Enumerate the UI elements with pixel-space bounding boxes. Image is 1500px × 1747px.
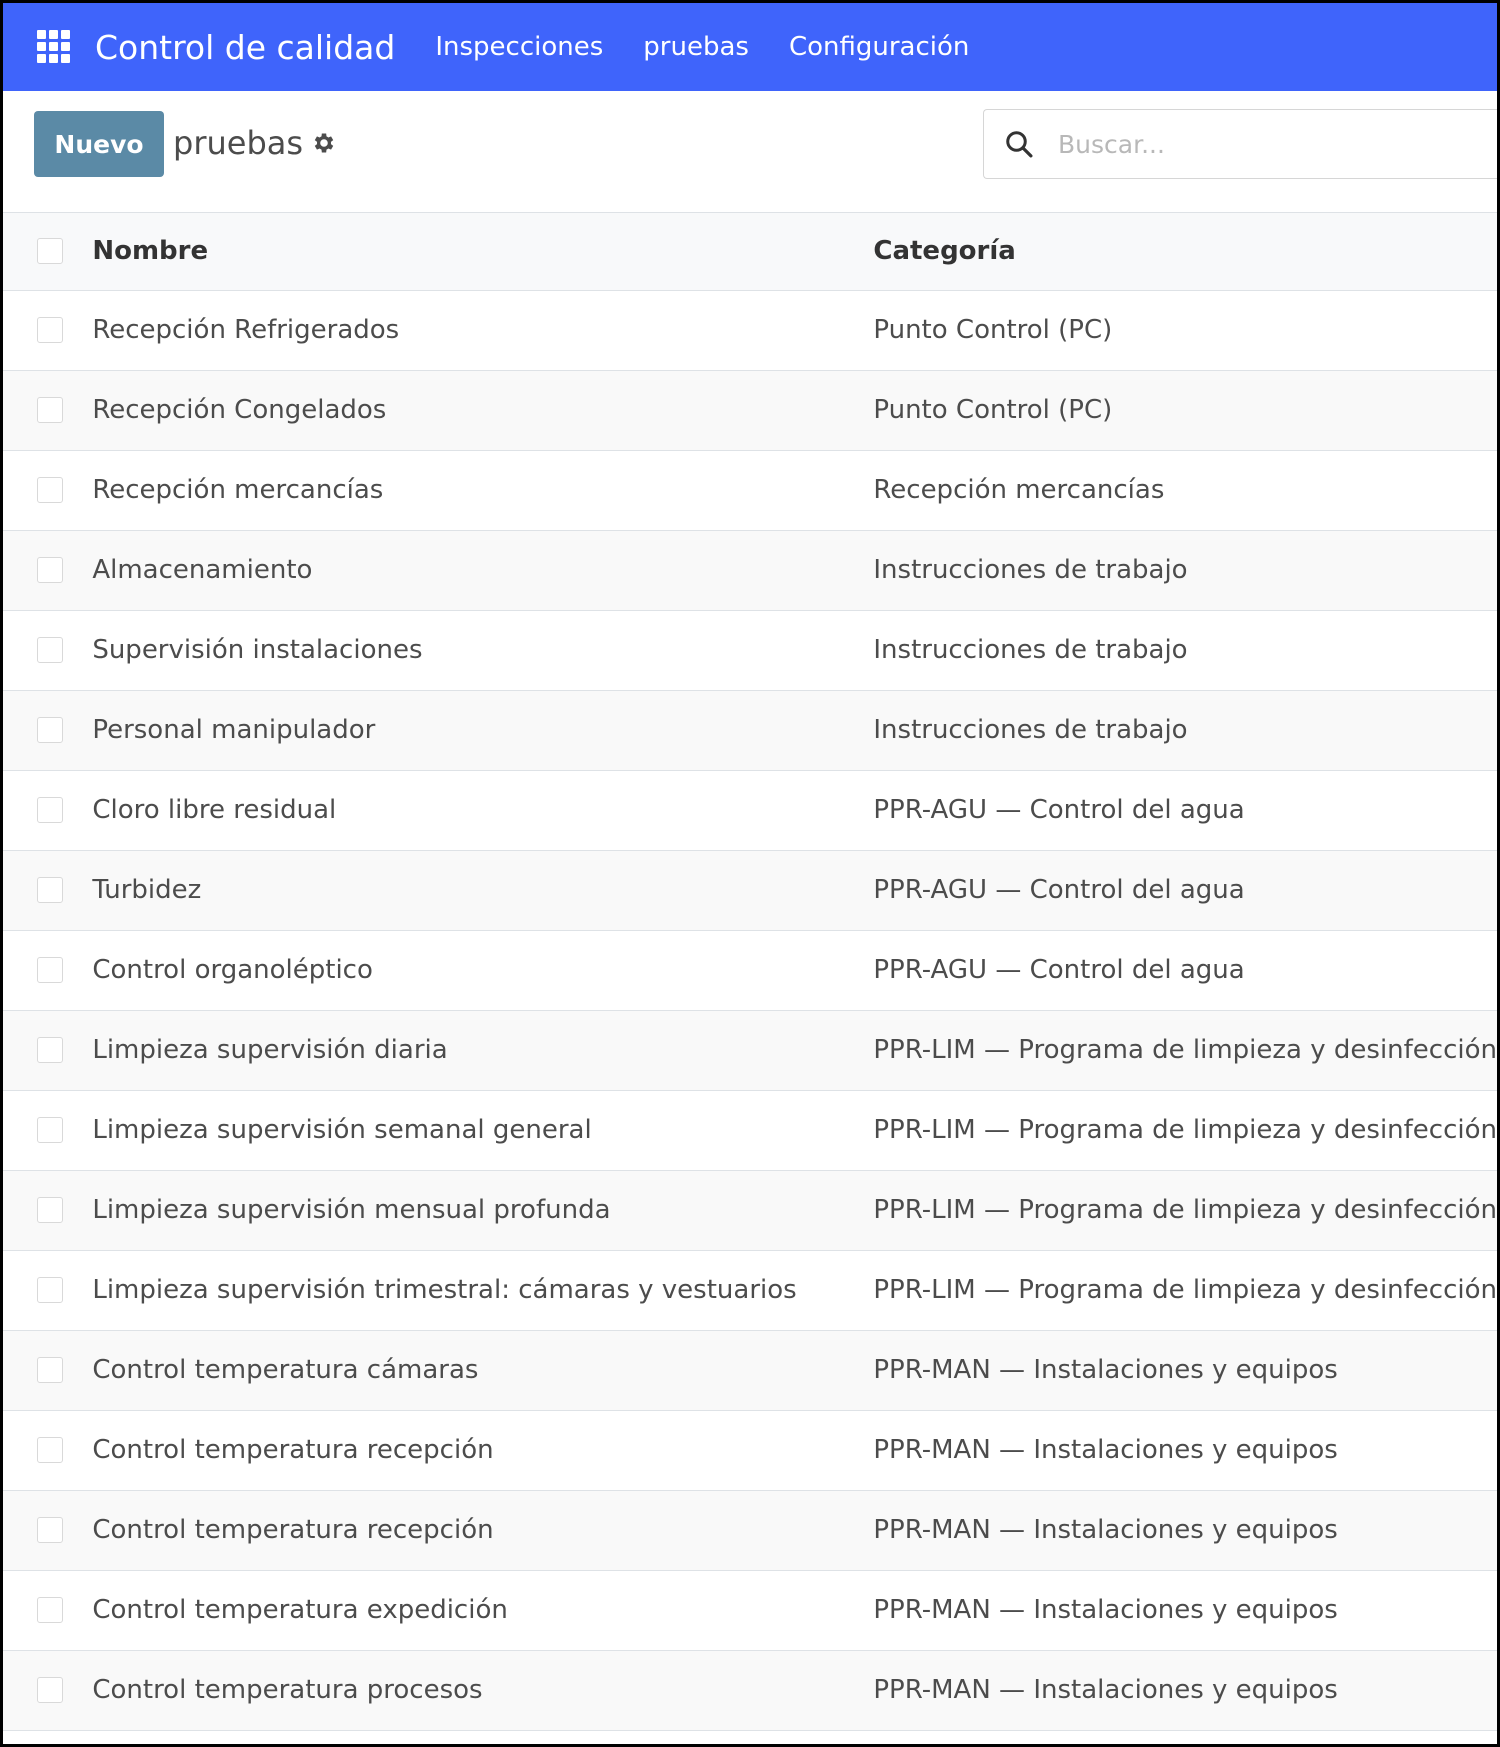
row-checkbox[interactable] — [37, 1277, 63, 1303]
table-row[interactable]: Limpieza supervisión diaria PPR-LIM — Pro… — [3, 1010, 1497, 1090]
table-header-row: Nombre Categoría — [3, 213, 1497, 290]
breadcrumb: pruebas — [173, 124, 337, 162]
row-checkbox[interactable] — [37, 1597, 63, 1623]
cell-categoria[interactable]: PPR-MAN — Instalaciones y equipos — [873, 1570, 1497, 1650]
cell-categoria[interactable]: PPR-LIM — Programa de limpieza y desinfe… — [873, 1010, 1497, 1090]
row-checkbox[interactable] — [37, 1357, 63, 1383]
app-title[interactable]: Control de calidad — [95, 28, 395, 67]
table-row[interactable]: Control temperatura procesos PPR-MAN — In… — [3, 1650, 1497, 1730]
row-checkbox[interactable] — [37, 1197, 63, 1223]
column-header-nombre[interactable]: Nombre — [92, 213, 873, 290]
table-row[interactable]: Almacenamiento Instrucciones de trabajo — [3, 530, 1497, 610]
cell-nombre[interactable]: Recepción Refrigerados — [92, 290, 873, 370]
new-button[interactable]: Nuevo — [34, 111, 164, 177]
cell-nombre[interactable]: Control temperatura recepción — [92, 1490, 873, 1570]
row-checkbox[interactable] — [37, 1437, 63, 1463]
cell-nombre[interactable]: Control temperatura procesos — [92, 1650, 873, 1730]
cell-categoria[interactable]: PPR-AGU — Control del agua — [873, 930, 1497, 1010]
table-row[interactable]: Limpieza supervisión semanal general PPR-… — [3, 1090, 1497, 1170]
cell-nombre[interactable]: Cloro libre residual — [92, 770, 873, 850]
table-row[interactable]: Turbidez PPR-AGU — Control del agua — [3, 850, 1497, 930]
cell-categoria[interactable]: Instrucciones de trabajo — [873, 690, 1497, 770]
cell-nombre[interactable]: Control organoléptico — [92, 930, 873, 1010]
cell-nombre[interactable]: Control temperatura expedición — [92, 1570, 873, 1650]
cell-categoria[interactable]: PPR-LIM — Programa de limpieza y desinfe… — [873, 1090, 1497, 1170]
row-checkbox[interactable] — [37, 557, 63, 583]
search-box — [983, 109, 1497, 179]
cell-categoria[interactable]: PPR-LIM — Programa de limpieza y desinfe… — [873, 1170, 1497, 1250]
row-checkbox[interactable] — [37, 477, 63, 503]
row-checkbox[interactable] — [37, 1037, 63, 1063]
control-panel: Nuevo pruebas — [3, 91, 1497, 213]
table-row[interactable]: Cloro libre residual PPR-AGU — Control de… — [3, 770, 1497, 850]
row-checkbox[interactable] — [37, 1517, 63, 1543]
cell-nombre[interactable]: Recepción Congelados — [92, 370, 873, 450]
cell-categoria[interactable]: PPR-MAN — Instalaciones y equipos — [873, 1650, 1497, 1730]
row-checkbox[interactable] — [37, 397, 63, 423]
table-row[interactable]: Control temperatura recepción PPR-MAN — I… — [3, 1410, 1497, 1490]
row-checkbox[interactable] — [37, 877, 63, 903]
cell-nombre[interactable]: Limpieza supervisión trimestral: cámaras… — [92, 1250, 873, 1330]
gear-icon[interactable] — [311, 130, 337, 156]
menu-item-pruebas[interactable]: pruebas — [643, 32, 749, 62]
cell-categoria[interactable]: PPR-MAN — Instalaciones y equipos — [873, 1330, 1497, 1410]
cell-categoria[interactable]: PPR-AGU — Control del agua — [873, 850, 1497, 930]
apps-menu-icon[interactable] — [37, 30, 71, 64]
cell-nombre[interactable]: Turbidez — [92, 850, 873, 930]
search-icon[interactable] — [1004, 129, 1034, 159]
search-input[interactable] — [1058, 129, 1478, 159]
tests-list-table: Nombre Categoría Recepción Refrigerados P… — [3, 213, 1497, 1731]
table-row[interactable]: Control temperatura cámaras PPR-MAN — Ins… — [3, 1330, 1497, 1410]
app-window: Control de calidad Inspecciones pruebas … — [0, 0, 1500, 1747]
cell-categoria[interactable]: PPR-AGU — Control del agua — [873, 770, 1497, 850]
cell-nombre[interactable]: Limpieza supervisión semanal general — [92, 1090, 873, 1170]
cell-categoria[interactable]: PPR-MAN — Instalaciones y equipos — [873, 1490, 1497, 1570]
cell-nombre[interactable]: Limpieza supervisión diaria — [92, 1010, 873, 1090]
cell-nombre[interactable]: Control temperatura cámaras — [92, 1330, 873, 1410]
row-checkbox[interactable] — [37, 957, 63, 983]
page-title: pruebas — [173, 124, 304, 162]
table-row[interactable]: Recepción Congelados Punto Control (PC) — [3, 370, 1497, 450]
cell-categoria[interactable]: Punto Control (PC) — [873, 290, 1497, 370]
table-row[interactable]: Recepción Refrigerados Punto Control (PC) — [3, 290, 1497, 370]
row-checkbox[interactable] — [37, 637, 63, 663]
row-checkbox[interactable] — [37, 1117, 63, 1143]
table-row[interactable]: Supervisión instalaciones Instrucciones d… — [3, 610, 1497, 690]
table-row[interactable]: Recepción mercancías Recepción mercancías — [3, 450, 1497, 530]
row-checkbox[interactable] — [37, 317, 63, 343]
table-row[interactable]: Control organoléptico PPR-AGU — Control d… — [3, 930, 1497, 1010]
table-body: Recepción Refrigerados Punto Control (PC)… — [3, 290, 1497, 1730]
cell-nombre[interactable]: Supervisión instalaciones — [92, 610, 873, 690]
top-navbar: Control de calidad Inspecciones pruebas … — [3, 3, 1497, 91]
cell-categoria[interactable]: Recepción mercancías — [873, 450, 1497, 530]
row-checkbox[interactable] — [37, 717, 63, 743]
cell-nombre[interactable]: Recepción mercancías — [92, 450, 873, 530]
row-checkbox[interactable] — [37, 1677, 63, 1703]
table-row[interactable]: Limpieza supervisión mensual profunda PPR… — [3, 1170, 1497, 1250]
cell-categoria[interactable]: PPR-MAN — Instalaciones y equipos — [873, 1410, 1497, 1490]
cell-categoria[interactable]: PPR-LIM — Programa de limpieza y desinfe… — [873, 1250, 1497, 1330]
cell-categoria[interactable]: Instrucciones de trabajo — [873, 530, 1497, 610]
row-checkbox[interactable] — [37, 797, 63, 823]
table-row[interactable]: Personal manipulador Instrucciones de tra… — [3, 690, 1497, 770]
select-all-checkbox[interactable] — [37, 238, 63, 265]
table-row[interactable]: Control temperatura recepción PPR-MAN — I… — [3, 1490, 1497, 1570]
cell-categoria[interactable]: Instrucciones de trabajo — [873, 610, 1497, 690]
cell-categoria[interactable]: Punto Control (PC) — [873, 370, 1497, 450]
menu-item-configuracion[interactable]: Configuración — [789, 32, 969, 62]
table-row[interactable]: Limpieza supervisión trimestral: cámaras… — [3, 1250, 1497, 1330]
cell-nombre[interactable]: Personal manipulador — [92, 690, 873, 770]
menu-item-inspecciones[interactable]: Inspecciones — [435, 32, 603, 62]
column-header-categoria[interactable]: Categoría — [873, 213, 1497, 290]
table-row[interactable]: Control temperatura expedición PPR-MAN — … — [3, 1570, 1497, 1650]
cell-nombre[interactable]: Control temperatura recepción — [92, 1410, 873, 1490]
cell-nombre[interactable]: Almacenamiento — [92, 530, 873, 610]
main-menu: Inspecciones pruebas Configuración — [435, 32, 1009, 62]
cell-nombre[interactable]: Limpieza supervisión mensual profunda — [92, 1170, 873, 1250]
